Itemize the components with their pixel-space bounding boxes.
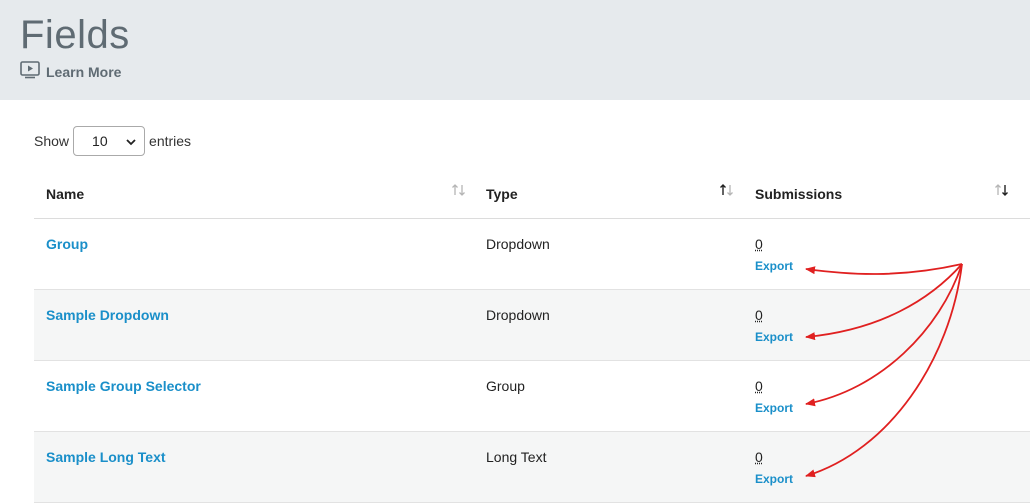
submission-count[interactable]: 0 bbox=[755, 235, 763, 253]
field-name-link[interactable]: Sample Long Text bbox=[46, 448, 166, 466]
page-length-value: 10 bbox=[92, 133, 108, 149]
sort-descending-icon[interactable] bbox=[994, 183, 1010, 202]
chevron-down-icon bbox=[126, 133, 136, 149]
column-header-name[interactable]: Name bbox=[46, 174, 84, 218]
column-header-submissions[interactable]: Submissions bbox=[755, 174, 842, 218]
field-name-link[interactable]: Group bbox=[46, 235, 88, 253]
table-row: Sample Long Text Long Text 0 Export bbox=[34, 432, 1030, 503]
table-row: Sample Dropdown Dropdown 0 Export bbox=[34, 290, 1030, 361]
export-link[interactable]: Export bbox=[755, 330, 793, 344]
sort-both-icon[interactable] bbox=[451, 183, 467, 202]
fields-table: Name Type Submissions Group Dropdown 0 E… bbox=[34, 174, 1030, 503]
field-type: Dropdown bbox=[486, 236, 550, 252]
table-row: Sample Group Selector Group 0 Export bbox=[34, 361, 1030, 432]
video-play-icon bbox=[20, 60, 40, 84]
field-name-link[interactable]: Sample Group Selector bbox=[46, 377, 201, 395]
column-header-type[interactable]: Type bbox=[486, 174, 518, 218]
page-header: Fields Learn More bbox=[0, 0, 1030, 100]
table-row: Group Dropdown 0 Export bbox=[34, 219, 1030, 290]
page-length-control: Show 10 entries bbox=[34, 125, 191, 157]
submission-count[interactable]: 0 bbox=[755, 306, 763, 324]
field-type: Long Text bbox=[486, 449, 547, 465]
page-length-select[interactable]: 10 bbox=[73, 126, 146, 156]
export-link[interactable]: Export bbox=[755, 259, 793, 273]
export-link[interactable]: Export bbox=[755, 401, 793, 415]
learn-more-link[interactable]: Learn More bbox=[20, 60, 122, 84]
submission-count[interactable]: 0 bbox=[755, 448, 763, 466]
table-header: Name Type Submissions bbox=[34, 174, 1030, 219]
field-type: Group bbox=[486, 378, 525, 394]
page-title: Fields bbox=[20, 13, 130, 57]
show-label: Show bbox=[34, 133, 70, 149]
entries-label: entries bbox=[149, 133, 192, 149]
export-link[interactable]: Export bbox=[755, 472, 793, 486]
submission-count[interactable]: 0 bbox=[755, 377, 763, 395]
field-name-link[interactable]: Sample Dropdown bbox=[46, 306, 169, 324]
sort-ascending-icon[interactable] bbox=[719, 183, 735, 202]
learn-more-label: Learn More bbox=[46, 64, 122, 80]
field-type: Dropdown bbox=[486, 307, 550, 323]
